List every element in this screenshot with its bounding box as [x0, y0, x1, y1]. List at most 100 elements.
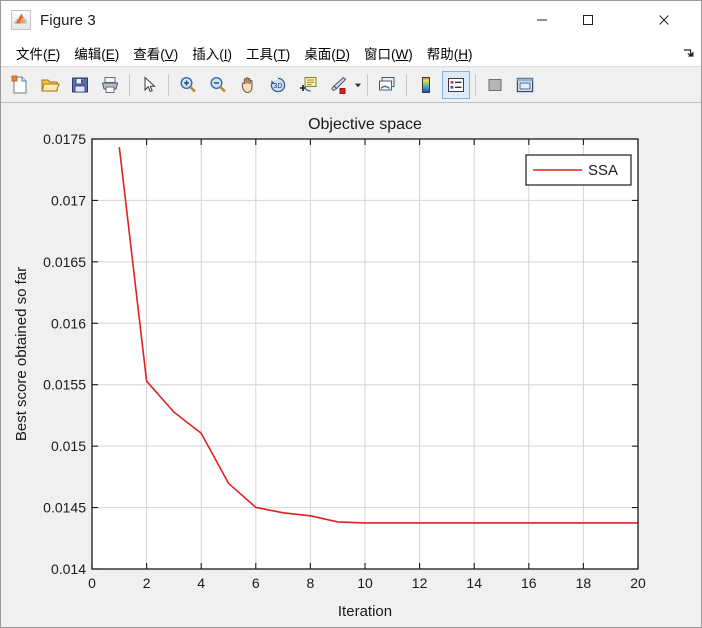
menu-tail-tools: ) — [285, 46, 291, 62]
x-tick-label: 4 — [197, 575, 205, 591]
save-figure-button[interactable] — [66, 71, 94, 99]
matlab-membrane-icon — [11, 10, 31, 30]
x-tick-label: 14 — [466, 575, 482, 591]
menu-item-help[interactable]: 帮助(H) — [420, 39, 480, 67]
show-plot-tools-button[interactable] — [511, 71, 539, 99]
rotate-3d-button[interactable]: 3D — [264, 71, 292, 99]
zoom-out-button[interactable] — [204, 71, 232, 99]
insert-data-tip-button[interactable] — [294, 71, 322, 99]
y-tick-label: 0.017 — [51, 192, 86, 208]
menu-item-tools[interactable]: 工具(T) — [239, 39, 297, 67]
link-plot-button[interactable] — [373, 71, 401, 99]
title-bar-left: Figure 3 — [11, 1, 96, 39]
x-tick-label: 8 — [307, 575, 315, 591]
title-bar: Figure 3 — [1, 1, 701, 40]
toolbar-separator — [406, 73, 407, 96]
pan-button[interactable] — [234, 71, 262, 99]
y-tick-label: 0.0165 — [43, 254, 86, 270]
menu-tail-edit: ) — [114, 46, 120, 62]
menu-label-help: 帮助( — [426, 46, 459, 62]
menu-bar: 文件(F) 编辑(E) 查看(V) 插入(I) 工具(T) 桌面(D) 窗口(W… — [1, 39, 701, 67]
print-figure-button[interactable] — [96, 71, 124, 99]
insert-legend-button[interactable] — [442, 70, 470, 99]
y-tick-label: 0.014 — [51, 561, 86, 577]
menu-label-file: 文件( — [16, 46, 48, 62]
tool-bar: 3D — [1, 67, 701, 103]
menu-tail-window: ) — [408, 46, 413, 62]
edit-plot-button[interactable] — [135, 71, 163, 99]
zoom-in-magnifier-icon — [180, 76, 196, 93]
figure-window: Figure 3 文件(F) 编辑(E) 查看(V) 插入(I) 工具(T) 桌… — [0, 0, 702, 628]
menu-tail-file: ) — [55, 46, 61, 62]
toolbar-separator — [475, 73, 476, 96]
chart-legend[interactable]: SSA — [525, 154, 632, 186]
new-document-icon — [11, 75, 27, 93]
link-plot-icon — [379, 76, 395, 90]
x-tick-label: 20 — [630, 575, 646, 591]
minimize-button[interactable] — [519, 1, 565, 39]
chart-title: Objective space — [308, 116, 422, 133]
menu-item-desktop[interactable]: 桌面(D) — [297, 39, 357, 67]
menu-tail-view: ) — [173, 46, 179, 62]
x-axis-label: Iteration — [338, 603, 392, 620]
toolbar-separator — [129, 73, 130, 96]
colorbar-icon — [422, 76, 430, 93]
menu-label-desktop: 桌面( — [304, 46, 336, 62]
close-icon — [659, 15, 669, 25]
toolbar-separator — [367, 73, 368, 96]
legend-label-ssa: SSA — [588, 162, 618, 179]
brush-data-button[interactable] — [324, 71, 352, 99]
menu-item-file[interactable]: 文件(F) — [9, 39, 67, 67]
printer-icon — [101, 76, 119, 93]
open-folder-button[interactable] — [36, 71, 64, 99]
y-tick-label: 0.015 — [51, 438, 86, 454]
figure-canvas: 0 2 4 6 8 10 12 14 16 18 20 0.014 0.0145… — [2, 104, 700, 627]
new-document-button[interactable] — [6, 71, 34, 99]
menu-key-window: W — [395, 46, 409, 62]
show-plot-tools-icon — [516, 77, 534, 92]
menu-item-view[interactable]: 查看(V) — [126, 39, 185, 67]
menu-label-edit: 编辑( — [74, 46, 106, 62]
objective-space-chart[interactable]: 0 2 4 6 8 10 12 14 16 18 20 0.014 0.0145… — [2, 104, 700, 627]
maximize-button[interactable] — [565, 1, 611, 39]
menu-key-tools: T — [277, 46, 286, 62]
menu-key-help: H — [458, 46, 469, 62]
menu-key-desktop: D — [335, 46, 346, 62]
data-cursor-icon — [300, 76, 317, 92]
menu-label-view: 查看( — [133, 46, 165, 62]
x-tick-label: 18 — [576, 575, 592, 591]
overflow-arrow-icon[interactable] — [681, 46, 695, 60]
open-folder-icon — [41, 79, 60, 91]
x-tick-label: 0 — [88, 575, 96, 591]
y-tick-label: 0.0145 — [43, 500, 86, 516]
brush-paint-icon — [331, 76, 347, 94]
window-title: Figure 3 — [40, 11, 96, 29]
svg-text:3D: 3D — [274, 83, 283, 90]
menu-item-insert[interactable]: 插入(I) — [185, 39, 239, 67]
zoom-in-button[interactable] — [174, 71, 202, 99]
save-floppy-icon — [72, 77, 88, 92]
minimize-icon — [537, 19, 547, 21]
brush-options-dropdown[interactable] — [353, 71, 363, 99]
x-tick-label: 16 — [521, 575, 537, 591]
menu-item-window[interactable]: 窗口(W) — [357, 39, 420, 67]
menu-key-edit: E — [105, 46, 115, 62]
zoom-out-magnifier-icon — [210, 76, 226, 93]
menu-label-insert: 插入( — [192, 46, 224, 62]
x-tick-label: 6 — [252, 575, 260, 591]
y-tick-label: 0.016 — [51, 315, 86, 331]
hide-plot-tools-icon — [488, 78, 502, 91]
hide-plot-tools-button[interactable] — [481, 71, 509, 99]
menu-tail-help: ) — [468, 46, 473, 62]
legend-icon — [448, 77, 464, 92]
hand-pan-icon — [241, 76, 253, 93]
close-button[interactable] — [641, 1, 687, 39]
menu-item-edit[interactable]: 编辑(E) — [67, 39, 126, 67]
insert-colorbar-button[interactable] — [412, 71, 440, 99]
x-tick-label: 2 — [143, 575, 151, 591]
toolbar-separator — [168, 73, 169, 96]
arrow-pointer-icon — [144, 75, 156, 92]
x-tick-label: 10 — [357, 575, 373, 591]
menu-tail-insert: ) — [227, 46, 233, 62]
menu-label-tools: 工具( — [246, 46, 278, 62]
